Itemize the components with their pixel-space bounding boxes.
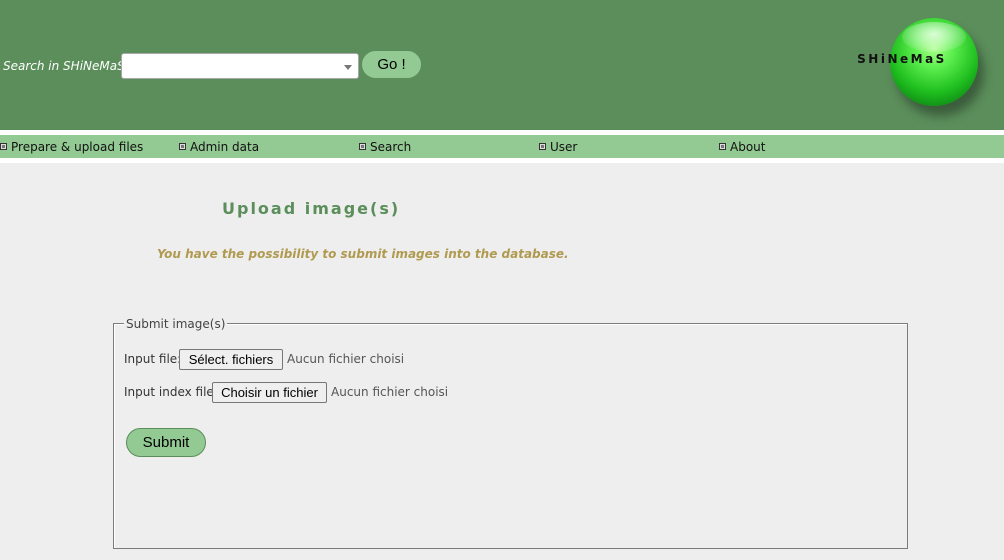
index-file-label: Input index file: (124, 385, 218, 399)
chevron-down-icon (344, 65, 352, 70)
input-file-row: Input file: Sélect. fichiers Aucun fichi… (124, 349, 424, 371)
nav-item-admin-data[interactable]: Admin data (179, 140, 259, 156)
nav-item-user[interactable]: User (539, 140, 577, 156)
go-button[interactable]: Go ! (362, 51, 421, 78)
logo-text[interactable]: SHiNeMaS (850, 52, 954, 66)
nav-item-prepare-upload[interactable]: Prepare & upload files (0, 140, 143, 156)
submit-button[interactable]: Submit (126, 428, 206, 457)
nav-item-label: Search (370, 140, 412, 154)
nav-item-label: User (550, 140, 578, 154)
nav-item-label: Prepare & upload files (11, 140, 144, 154)
square-bullet-icon (179, 143, 186, 150)
input-file-label: Input file: (124, 352, 182, 366)
header: Search in SHiNeMaS : Go ! SHiNeMaS (0, 0, 1004, 130)
search-select[interactable] (121, 53, 359, 79)
index-file-row: Input index file: Choisir un fichier Auc… (124, 382, 464, 404)
nav-item-label: About (730, 140, 766, 154)
nav-item-search[interactable]: Search (359, 140, 411, 156)
page-intro: You have the possibility to submit image… (157, 247, 569, 261)
nav-item-label: Admin data (190, 140, 260, 154)
index-file-button[interactable]: Choisir un fichier (212, 382, 327, 403)
index-file-status: Aucun fichier choisi (331, 385, 449, 399)
fieldset-legend: Submit image(s) (124, 317, 228, 331)
square-bullet-icon (359, 143, 366, 150)
nav-bar (0, 135, 1004, 158)
nav-item-about[interactable]: About (719, 140, 765, 156)
search-label: Search in SHiNeMaS : (3, 59, 133, 73)
square-bullet-icon (719, 143, 726, 150)
page-title: Upload image(s) (222, 199, 401, 218)
logo-shine (902, 22, 966, 52)
nav-underline (0, 158, 1004, 163)
square-bullet-icon (539, 143, 546, 150)
input-file-button[interactable]: Sélect. fichiers (179, 349, 283, 370)
square-bullet-icon (0, 143, 7, 150)
page: Search in SHiNeMaS : Go ! SHiNeMaS Prepa… (0, 0, 1004, 560)
input-file-status: Aucun fichier choisi (287, 352, 405, 366)
